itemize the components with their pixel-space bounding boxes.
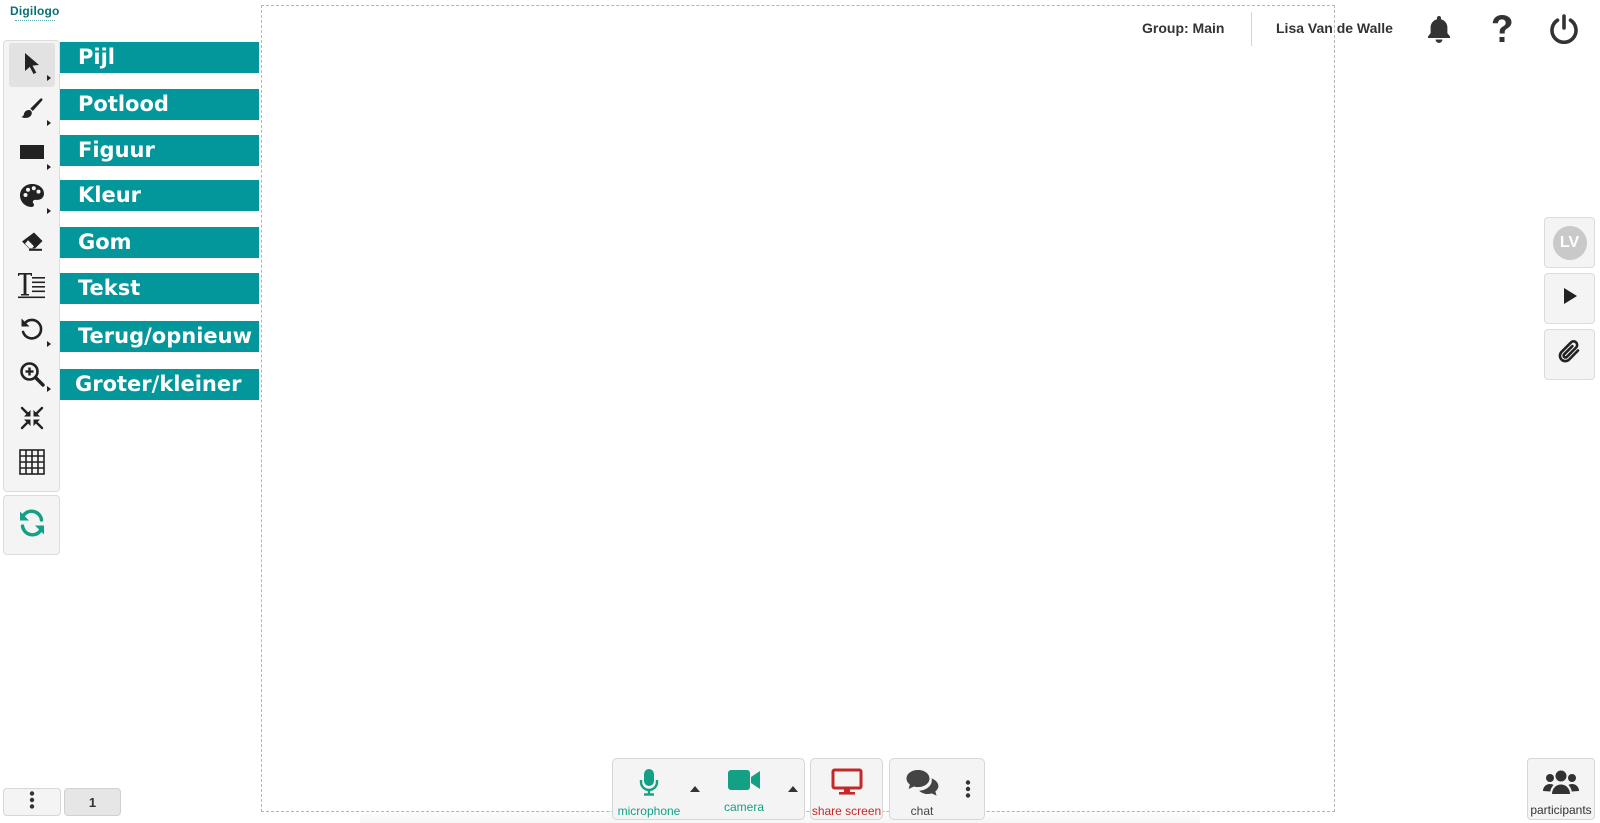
vertical-dots-icon	[965, 780, 971, 798]
media-controls: microphone camera	[612, 758, 805, 820]
app-logo-text: Digilogo	[10, 4, 60, 18]
compress-icon	[20, 406, 44, 435]
video-camera-icon	[727, 768, 761, 797]
tooltip-terug-opnieuw: Terug/opnieuw	[60, 321, 259, 352]
refresh-icon	[17, 508, 47, 543]
tooltip-pijl: Pijl	[60, 42, 259, 73]
arrow-pointer-icon	[22, 52, 42, 79]
header-divider	[1251, 12, 1252, 46]
vertical-dots-icon	[29, 790, 35, 814]
tooltip-gom: Gom	[60, 227, 259, 258]
tooltip-kleur: Kleur	[60, 180, 259, 211]
share-screen-label: share screen	[811, 804, 882, 818]
chevron-right-icon	[47, 120, 51, 126]
whiteboard-canvas[interactable]	[261, 5, 1335, 812]
page-number-button[interactable]: 1	[64, 788, 121, 816]
tooltip-groter-kleiner: Groter/kleiner	[60, 369, 259, 400]
palette-icon	[19, 183, 45, 214]
pencil-tool-button[interactable]	[9, 88, 55, 132]
chat-bubbles-icon	[905, 768, 939, 801]
arrow-tool-button[interactable]	[9, 43, 55, 87]
microphone-button[interactable]: microphone	[613, 759, 685, 819]
user-avatar-button[interactable]: LV	[1544, 217, 1595, 268]
power-icon[interactable]	[1547, 12, 1581, 46]
refresh-button[interactable]	[3, 495, 60, 555]
camera-label: camera	[723, 800, 764, 814]
drawing-toolbar	[3, 40, 60, 492]
play-icon	[1562, 287, 1578, 310]
chevron-right-icon	[47, 208, 51, 214]
microphone-icon	[639, 768, 659, 801]
grid-tool-button[interactable]	[9, 442, 55, 486]
eraser-tool-button[interactable]	[9, 221, 55, 265]
monitor-icon	[831, 768, 863, 801]
paperclip-icon	[1558, 339, 1582, 370]
chat-label: chat	[910, 804, 934, 818]
color-tool-button[interactable]	[9, 176, 55, 220]
logo-underline	[14, 20, 55, 22]
more-options-button[interactable]	[3, 788, 61, 816]
camera-button[interactable]: camera	[705, 759, 783, 819]
caret-up-icon	[788, 786, 798, 792]
play-button[interactable]	[1544, 273, 1595, 324]
avatar: LV	[1552, 225, 1587, 260]
participants-button[interactable]: participants	[1527, 758, 1595, 820]
attachments-button[interactable]	[1544, 329, 1595, 380]
app-logo: Digilogo	[10, 4, 60, 22]
chat-more-button[interactable]	[954, 759, 982, 819]
brush-icon	[20, 97, 44, 124]
users-icon	[1543, 769, 1579, 800]
share-screen-button[interactable]: share screen	[811, 759, 882, 819]
camera-options-button[interactable]	[783, 759, 803, 819]
chevron-right-icon	[47, 164, 51, 170]
chat-container: chat	[889, 758, 985, 820]
eraser-icon	[20, 231, 44, 256]
text-tool-button[interactable]	[9, 265, 55, 309]
zoom-in-icon	[19, 361, 45, 392]
chevron-right-icon	[47, 386, 51, 392]
compress-tool-button[interactable]	[9, 398, 55, 442]
shape-tool-button[interactable]	[9, 132, 55, 176]
tooltip-tekst: Tekst	[60, 273, 259, 304]
microphone-label: microphone	[617, 804, 681, 818]
rectangle-icon	[19, 143, 45, 166]
share-screen-container: share screen	[810, 758, 883, 820]
tooltip-figuur: Figuur	[60, 135, 259, 166]
zoom-tool-button[interactable]	[9, 354, 55, 398]
chat-button[interactable]: chat	[890, 759, 954, 819]
user-name[interactable]: Lisa Van de Walle	[1276, 20, 1393, 36]
tooltip-potlood: Potlood	[60, 89, 259, 120]
help-icon[interactable]	[1485, 12, 1519, 46]
grid-icon	[19, 448, 45, 480]
microphone-options-button[interactable]	[685, 759, 705, 819]
chevron-right-icon	[47, 75, 51, 81]
participants-label: participants	[1530, 803, 1592, 817]
text-icon	[17, 271, 47, 304]
group-label: Group: Main	[1142, 20, 1225, 36]
caret-up-icon	[690, 786, 700, 792]
undo-tool-button[interactable]	[9, 309, 55, 353]
chevron-right-icon	[47, 341, 51, 347]
undo-icon	[19, 316, 45, 347]
bell-icon[interactable]	[1422, 12, 1456, 46]
